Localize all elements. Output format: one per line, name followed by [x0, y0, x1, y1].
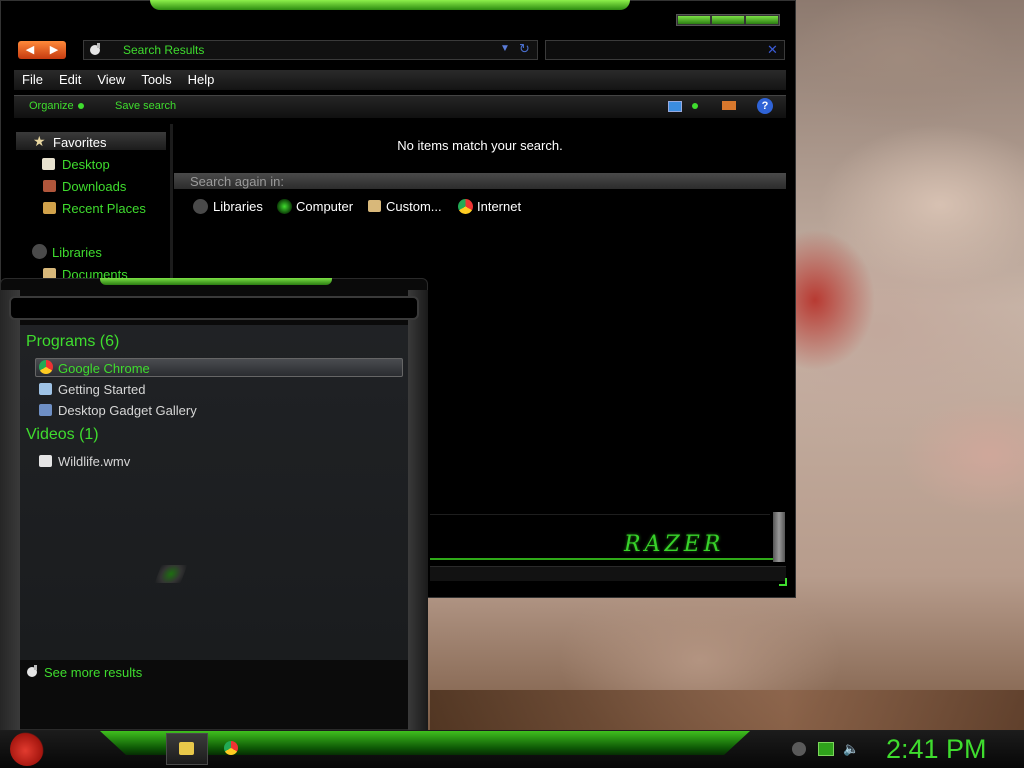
result-wildlife-wmv[interactable]: Wildlife.wmv	[58, 454, 130, 469]
result-getting-started[interactable]: Getting Started	[58, 382, 145, 397]
help-icon[interactable]: ?	[757, 98, 773, 114]
start-button[interactable]	[10, 732, 44, 766]
scope-computer[interactable]: Computer	[296, 199, 353, 214]
chevron-down-icon[interactable]: ▼	[500, 43, 510, 54]
minimize-button[interactable]	[678, 16, 710, 24]
clock[interactable]: 2:41 PM	[886, 734, 987, 765]
back-button[interactable]: ◀	[18, 41, 42, 59]
resize-grip-icon[interactable]	[779, 578, 787, 586]
computer-icon	[277, 199, 292, 214]
maximize-button[interactable]	[712, 16, 744, 24]
search-icon	[27, 665, 37, 677]
libraries-icon	[32, 244, 47, 259]
view-dropdown-icon[interactable]	[692, 103, 698, 109]
menu-view[interactable]: View	[89, 70, 133, 90]
status-bar	[430, 566, 786, 581]
tray-monitor-icon[interactable]	[818, 742, 834, 756]
details-pane-divider	[430, 514, 770, 515]
start-search-input[interactable]	[9, 296, 419, 320]
recent-places-icon	[43, 202, 56, 214]
libraries-icon	[193, 199, 208, 214]
start-menu-left-edge	[0, 290, 20, 730]
search-folder-icon	[90, 43, 100, 55]
downloads-icon	[43, 180, 56, 192]
taskbar-chrome-button[interactable]	[224, 741, 238, 755]
start-menu-right-edge	[408, 290, 428, 730]
menu-file[interactable]: File	[14, 70, 51, 90]
see-more-results-link[interactable]: See more results	[44, 665, 142, 680]
window-controls	[676, 14, 780, 26]
preview-pane-icon[interactable]	[722, 101, 736, 110]
menu-help[interactable]: Help	[180, 70, 223, 90]
scope-libraries[interactable]: Libraries	[213, 199, 263, 214]
close-button[interactable]	[746, 16, 778, 24]
chrome-icon	[458, 199, 473, 214]
start-menu-top-glow	[100, 278, 332, 285]
view-options-icon[interactable]	[668, 101, 682, 112]
scope-custom[interactable]: Custom...	[386, 199, 442, 214]
details-pane-glow	[430, 558, 780, 560]
dropdown-dot-icon	[78, 103, 84, 109]
chrome-icon	[39, 360, 53, 374]
search-again-label: Search again in:	[190, 174, 284, 189]
tray-network-icon[interactable]	[792, 742, 806, 756]
menu-tools[interactable]: Tools	[133, 70, 179, 90]
nav-item-desktop[interactable]: Desktop	[62, 157, 110, 172]
scrollbar[interactable]	[773, 512, 785, 562]
video-file-icon	[39, 455, 52, 467]
menu-edit[interactable]: Edit	[51, 70, 89, 90]
desktop-icon	[42, 158, 55, 170]
custom-folder-icon	[368, 200, 381, 212]
empty-search-message: No items match your search.	[397, 138, 563, 153]
volume-icon[interactable]: 🔈	[843, 741, 859, 757]
result-desktop-gadget-gallery[interactable]: Desktop Gadget Gallery	[58, 403, 197, 418]
programs-heading[interactable]: Programs (6)	[26, 333, 119, 351]
nav-item-libraries[interactable]: Libraries	[52, 245, 102, 260]
clear-search-icon[interactable]: ✕	[767, 42, 778, 58]
star-icon: ★	[33, 133, 46, 149]
nav-item-recent-places[interactable]: Recent Places	[62, 201, 146, 216]
forward-button[interactable]: ▶	[42, 41, 66, 59]
back-forward-buttons: ◀ ▶	[18, 41, 66, 59]
nav-item-downloads[interactable]: Downloads	[62, 179, 126, 194]
videos-heading[interactable]: Videos (1)	[26, 426, 99, 444]
save-search-button[interactable]: Save search	[115, 100, 176, 112]
refresh-icon[interactable]: ↻	[519, 41, 530, 57]
result-google-chrome[interactable]: Google Chrome	[58, 361, 150, 376]
getting-started-icon	[39, 383, 52, 395]
favorites-label: Favorites	[53, 135, 107, 150]
address-text: Search Results	[123, 43, 205, 57]
folder-icon	[179, 742, 194, 755]
organize-button[interactable]: Organize	[29, 100, 74, 112]
desktop-wallpaper-detail	[430, 690, 1024, 730]
menu-bar: File Edit View Tools Help	[14, 70, 786, 90]
search-input[interactable]	[545, 40, 785, 60]
gadget-gallery-icon	[39, 404, 52, 416]
window-top-glow	[150, 0, 630, 10]
razer-logo: RAZER	[624, 532, 725, 557]
scope-internet[interactable]: Internet	[477, 199, 521, 214]
